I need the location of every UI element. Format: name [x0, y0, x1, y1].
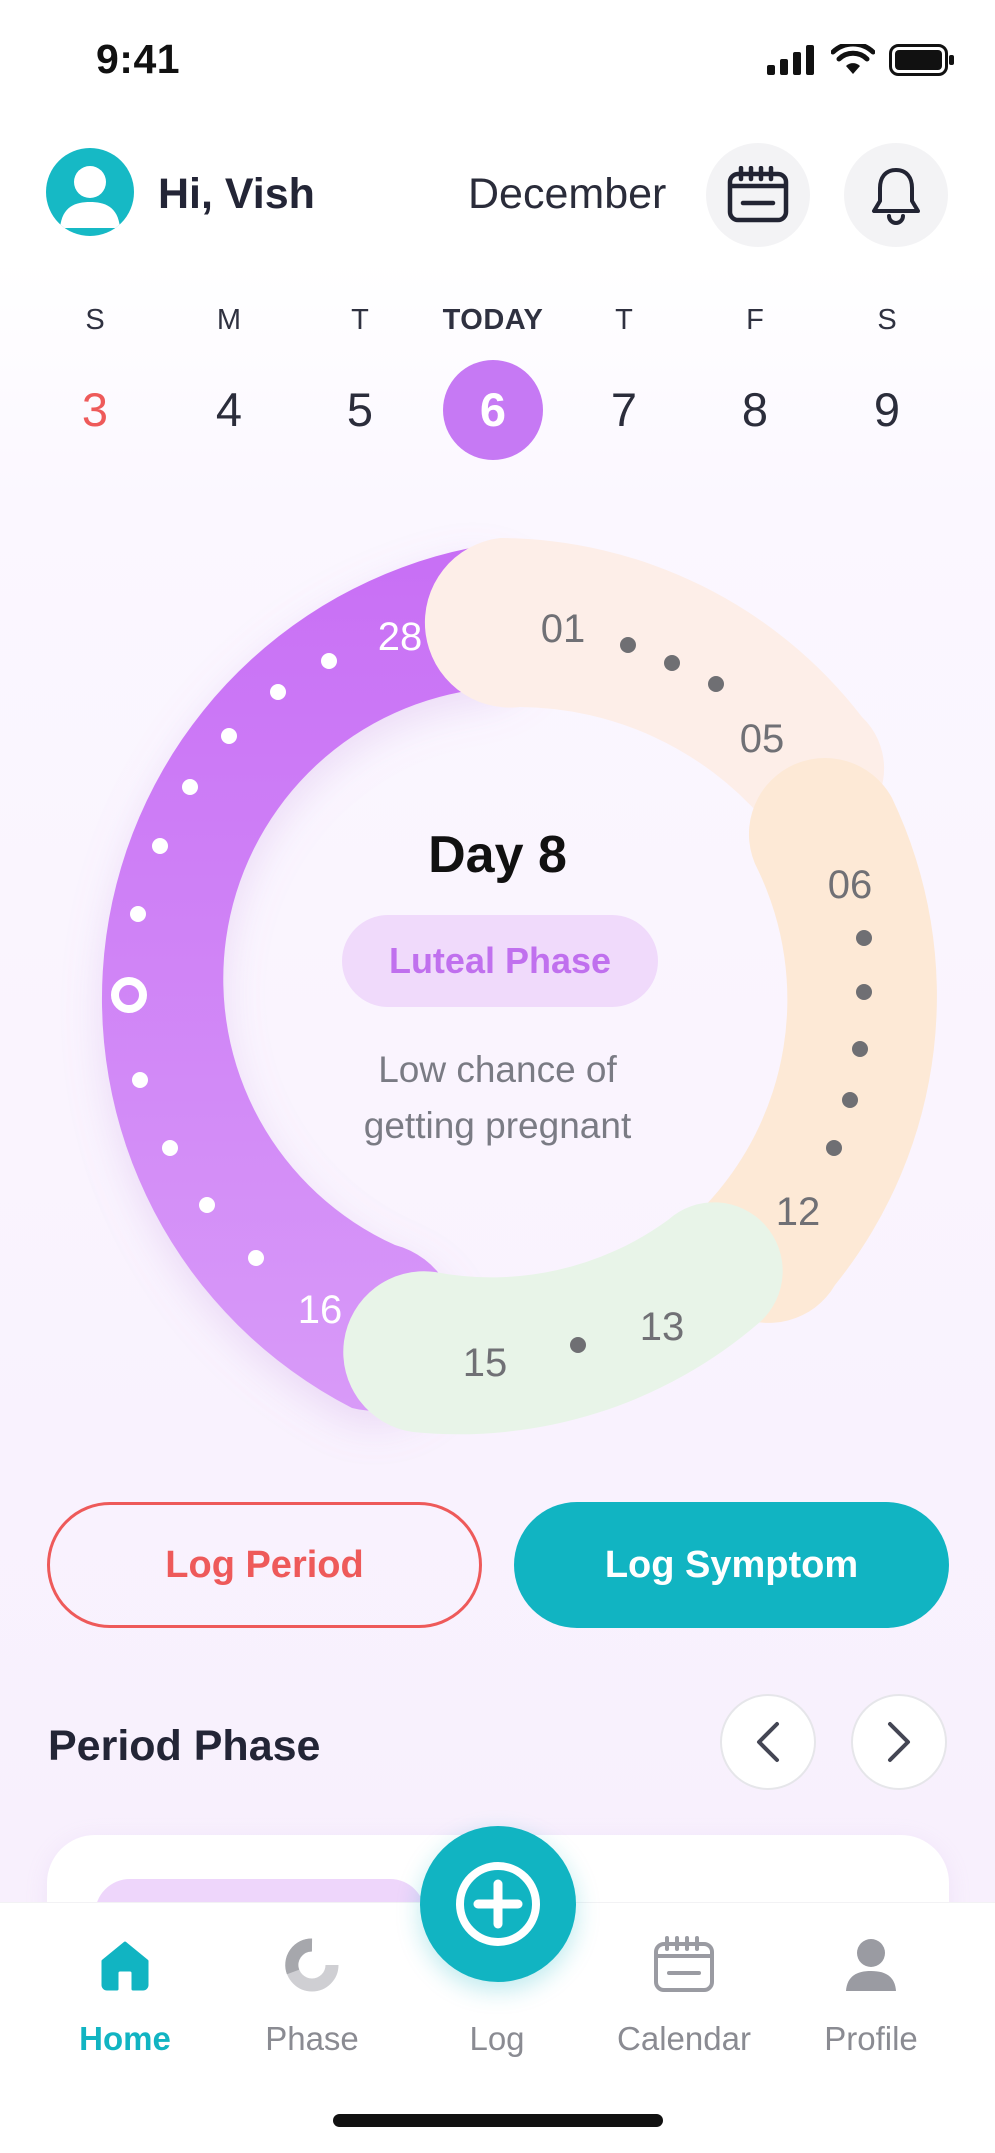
- day-letter: T: [351, 304, 369, 336]
- tab-label: Log: [469, 2020, 525, 2057]
- tab-home[interactable]: Home: [40, 1920, 210, 2058]
- ovulation-day-dot: [570, 1337, 586, 1353]
- chevron-left-icon: [757, 1722, 779, 1762]
- greeting: Hi, Vish: [158, 170, 315, 218]
- profile-icon: [846, 1939, 896, 1991]
- section-title: Period Phase: [48, 1722, 321, 1770]
- day-sunday[interactable]: S 3: [35, 300, 155, 460]
- day-saturday[interactable]: S 9: [827, 300, 947, 460]
- day-letter: T: [615, 304, 633, 336]
- day-letter: F: [746, 304, 764, 336]
- day-friday[interactable]: F 8: [695, 300, 815, 460]
- tab-label: Calendar: [617, 2020, 751, 2057]
- day-number: 8: [741, 383, 769, 436]
- day-letter: S: [877, 304, 897, 336]
- day-today[interactable]: TODAY 6: [433, 300, 553, 460]
- plus-circle-icon: [456, 1862, 540, 1946]
- notifications-button[interactable]: [844, 143, 948, 247]
- day-number: 7: [610, 383, 638, 436]
- ovulation-end-label: 15: [463, 1341, 508, 1385]
- signal-icon: [767, 45, 814, 75]
- avatar[interactable]: [46, 148, 134, 236]
- day-letter: TODAY: [442, 304, 544, 336]
- tab-profile-icon-wrap: [786, 1920, 956, 2010]
- home-indicator: [333, 2114, 663, 2127]
- log-symptom-button[interactable]: Log Symptom: [514, 1502, 949, 1628]
- tab-home-icon-wrap: [40, 1920, 210, 2010]
- day-thursday[interactable]: T 7: [564, 300, 684, 460]
- chevron-right-icon: [888, 1722, 910, 1762]
- tab-calendar-icon-wrap: [599, 1920, 769, 2010]
- tab-calendar[interactable]: Calendar: [599, 1920, 769, 2058]
- luteal-end-label: 28: [378, 615, 423, 659]
- battery-icon: [889, 44, 954, 76]
- tab-phase[interactable]: Phase: [227, 1920, 397, 2058]
- tab-label: Home: [79, 2020, 171, 2057]
- tab-label: Phase: [265, 2020, 359, 2057]
- day-number: 5: [346, 383, 374, 436]
- day-tuesday[interactable]: T 5: [300, 300, 420, 460]
- phase-donut-icon: [285, 1937, 340, 1992]
- day-number: 3: [81, 383, 109, 436]
- ovulation-start-label: 13: [640, 1305, 685, 1349]
- follicular-end-label: 12: [776, 1190, 821, 1234]
- tab-phase-icon-wrap: [227, 1920, 397, 2010]
- status-icons: [767, 44, 955, 76]
- cycle-day-label: Day 8: [428, 826, 567, 884]
- tab-profile[interactable]: Profile: [786, 1920, 956, 2058]
- add-log-button[interactable]: [420, 1826, 576, 1982]
- luteal-start-label: 16: [298, 1288, 343, 1332]
- user-avatar-icon: [60, 166, 120, 228]
- calendar-button[interactable]: [706, 143, 810, 247]
- log-period-button[interactable]: Log Period: [47, 1502, 482, 1628]
- wifi-icon: [831, 44, 875, 74]
- calendar-tab-icon: [654, 1936, 714, 1992]
- phase-badge[interactable]: Luteal Phase: [342, 915, 658, 1007]
- bell-icon: [872, 168, 920, 225]
- chance-line-2: getting pregnant: [363, 1105, 632, 1146]
- next-button[interactable]: [851, 1694, 947, 1790]
- previous-button[interactable]: [720, 1694, 816, 1790]
- day-letter: S: [85, 304, 105, 336]
- pregnancy-chance-text: Low chance of getting pregnant: [0, 1042, 995, 1154]
- ovulation-segment[interactable]: [343, 1202, 783, 1435]
- day-number-selected: 6: [443, 360, 543, 460]
- day-number: 9: [873, 383, 901, 436]
- chance-line-1: Low chance of: [378, 1049, 617, 1090]
- period-end-label: 05: [740, 717, 785, 761]
- week-strip: S 3 M 4 T 5 TODAY 6 T 7 F 8 S 9: [30, 300, 965, 470]
- day-letter: M: [216, 304, 242, 336]
- home-icon: [101, 1941, 149, 1991]
- calendar-icon: [727, 166, 789, 223]
- tab-label: Profile: [824, 2020, 918, 2057]
- status-time: 9:41: [96, 36, 181, 82]
- day-monday[interactable]: M 4: [169, 300, 289, 460]
- month-label[interactable]: December: [468, 170, 666, 219]
- period-start-label: 01: [541, 607, 586, 651]
- day-number: 4: [215, 383, 243, 436]
